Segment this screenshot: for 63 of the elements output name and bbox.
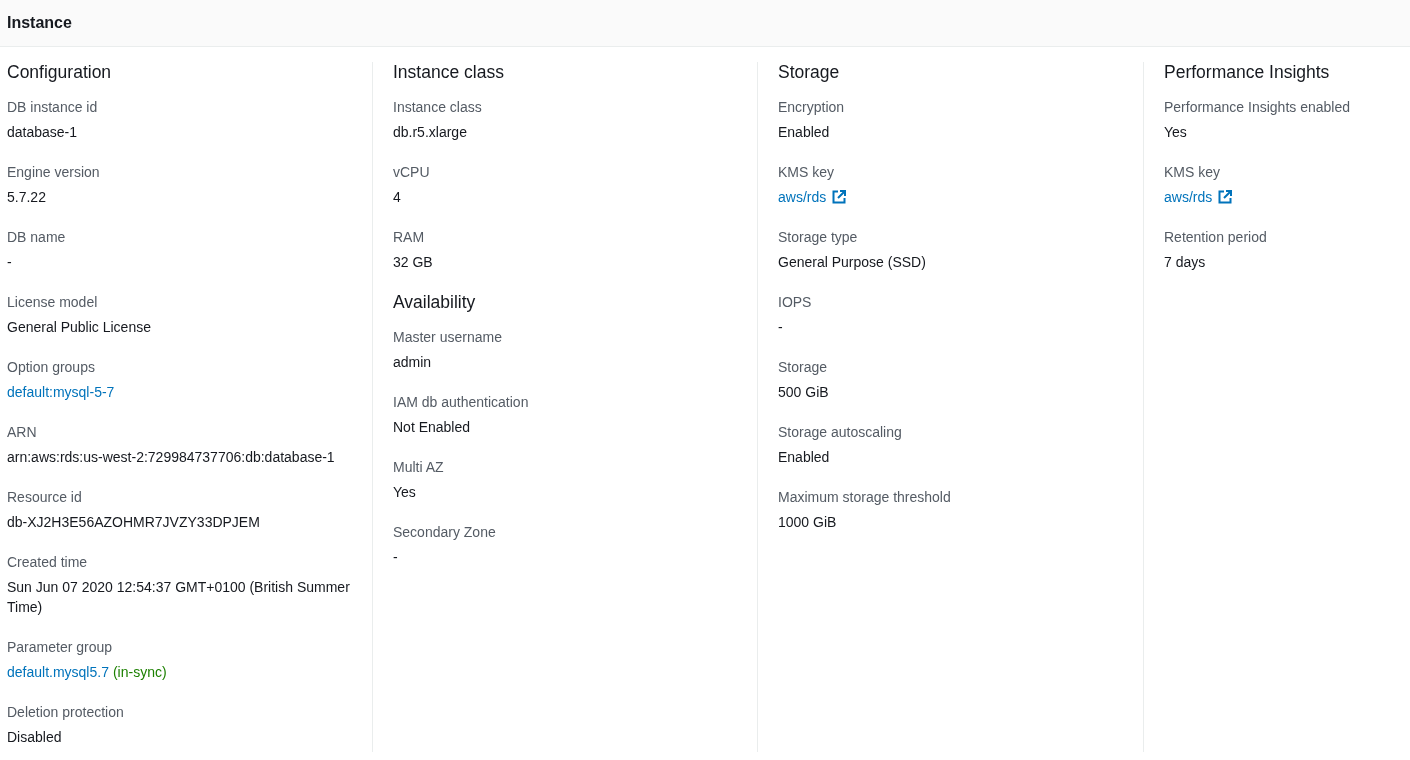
field-label: Retention period xyxy=(1164,228,1267,247)
field-label: Encryption xyxy=(778,98,845,117)
field-label: Storage autoscaling xyxy=(778,423,902,442)
section-title: Availability xyxy=(393,292,477,312)
field-value: 5.7.22 xyxy=(7,188,46,207)
field-label: Parameter group xyxy=(7,638,113,657)
field-label: Secondary Zone xyxy=(393,523,496,542)
field-value: 32 GB xyxy=(393,253,433,272)
field-label: Engine version xyxy=(7,163,100,182)
field-label: Performance Insights enabled xyxy=(1164,98,1350,117)
field-value: 1000 GiB xyxy=(778,513,837,532)
field-label: DB name xyxy=(7,228,66,247)
field-value: admin xyxy=(393,353,432,372)
field-label: KMS key xyxy=(1164,163,1220,182)
field-label: Maximum storage threshold xyxy=(778,488,951,507)
external-link-icon xyxy=(832,190,847,204)
panel-title: Instance xyxy=(7,14,72,32)
field-label: vCPU xyxy=(393,163,430,182)
field-value: Disabled xyxy=(7,728,62,747)
value-link[interactable]: aws/rds xyxy=(778,187,827,207)
field-value: Yes xyxy=(393,483,416,502)
field-label: IAM db authentication xyxy=(393,393,529,412)
section-title: Configuration xyxy=(7,62,113,82)
field-label: Resource id xyxy=(7,488,82,507)
section-title: Storage xyxy=(778,62,841,82)
field-label: DB instance id xyxy=(7,98,98,117)
field-label: Storage type xyxy=(778,228,858,247)
field-label: KMS key xyxy=(778,163,834,182)
field-label: Instance class xyxy=(393,98,482,117)
field-label: Master username xyxy=(393,328,502,347)
field-label: Multi AZ xyxy=(393,458,444,477)
field-value: 7 days xyxy=(1164,253,1206,272)
field-value: Sun Jun 07 2020 12:54:37 GMT+0100 (British Summer Time) xyxy=(7,578,351,617)
field-label: ARN xyxy=(7,423,37,442)
field-value: - xyxy=(778,318,783,337)
field-label: Storage xyxy=(778,358,828,377)
field-value: database-1 xyxy=(7,123,78,142)
field-label: RAM xyxy=(393,228,425,247)
field-value: db.r5.xlarge xyxy=(393,123,467,142)
field-label: IOPS xyxy=(778,293,812,312)
field-label: Option groups xyxy=(7,358,95,377)
field-label: Deletion protection xyxy=(7,703,124,722)
field-value: Enabled xyxy=(778,448,830,467)
field-value: db-XJ2H3E56AZOHMR7JVZY33DPJEM xyxy=(7,513,260,532)
section-title: Performance Insights xyxy=(1164,62,1331,82)
field-value: 4 xyxy=(393,188,401,207)
field-label: License model xyxy=(7,293,98,312)
field-value: arn:aws:rds:us-west-2:729984737706:db:database-1 xyxy=(7,448,335,467)
value-link[interactable]: default.mysql5.7 xyxy=(7,662,109,682)
field-label: Created time xyxy=(7,553,88,572)
field-value: Enabled xyxy=(778,123,830,142)
field-value: - xyxy=(393,548,398,567)
sync-status: (in-sync) xyxy=(112,663,167,682)
value-link[interactable]: default:mysql-5-7 xyxy=(7,382,115,402)
field-value: General Public License xyxy=(7,318,151,337)
field-value: Not Enabled xyxy=(393,418,471,437)
section-title: Instance class xyxy=(393,62,505,82)
field-value: General Purpose (SSD) xyxy=(778,253,926,272)
external-link-icon xyxy=(1218,190,1233,204)
field-value: Yes xyxy=(1164,123,1187,142)
field-value: - xyxy=(7,253,12,272)
value-link[interactable]: aws/rds xyxy=(1164,187,1213,207)
field-value: 500 GiB xyxy=(778,383,829,402)
